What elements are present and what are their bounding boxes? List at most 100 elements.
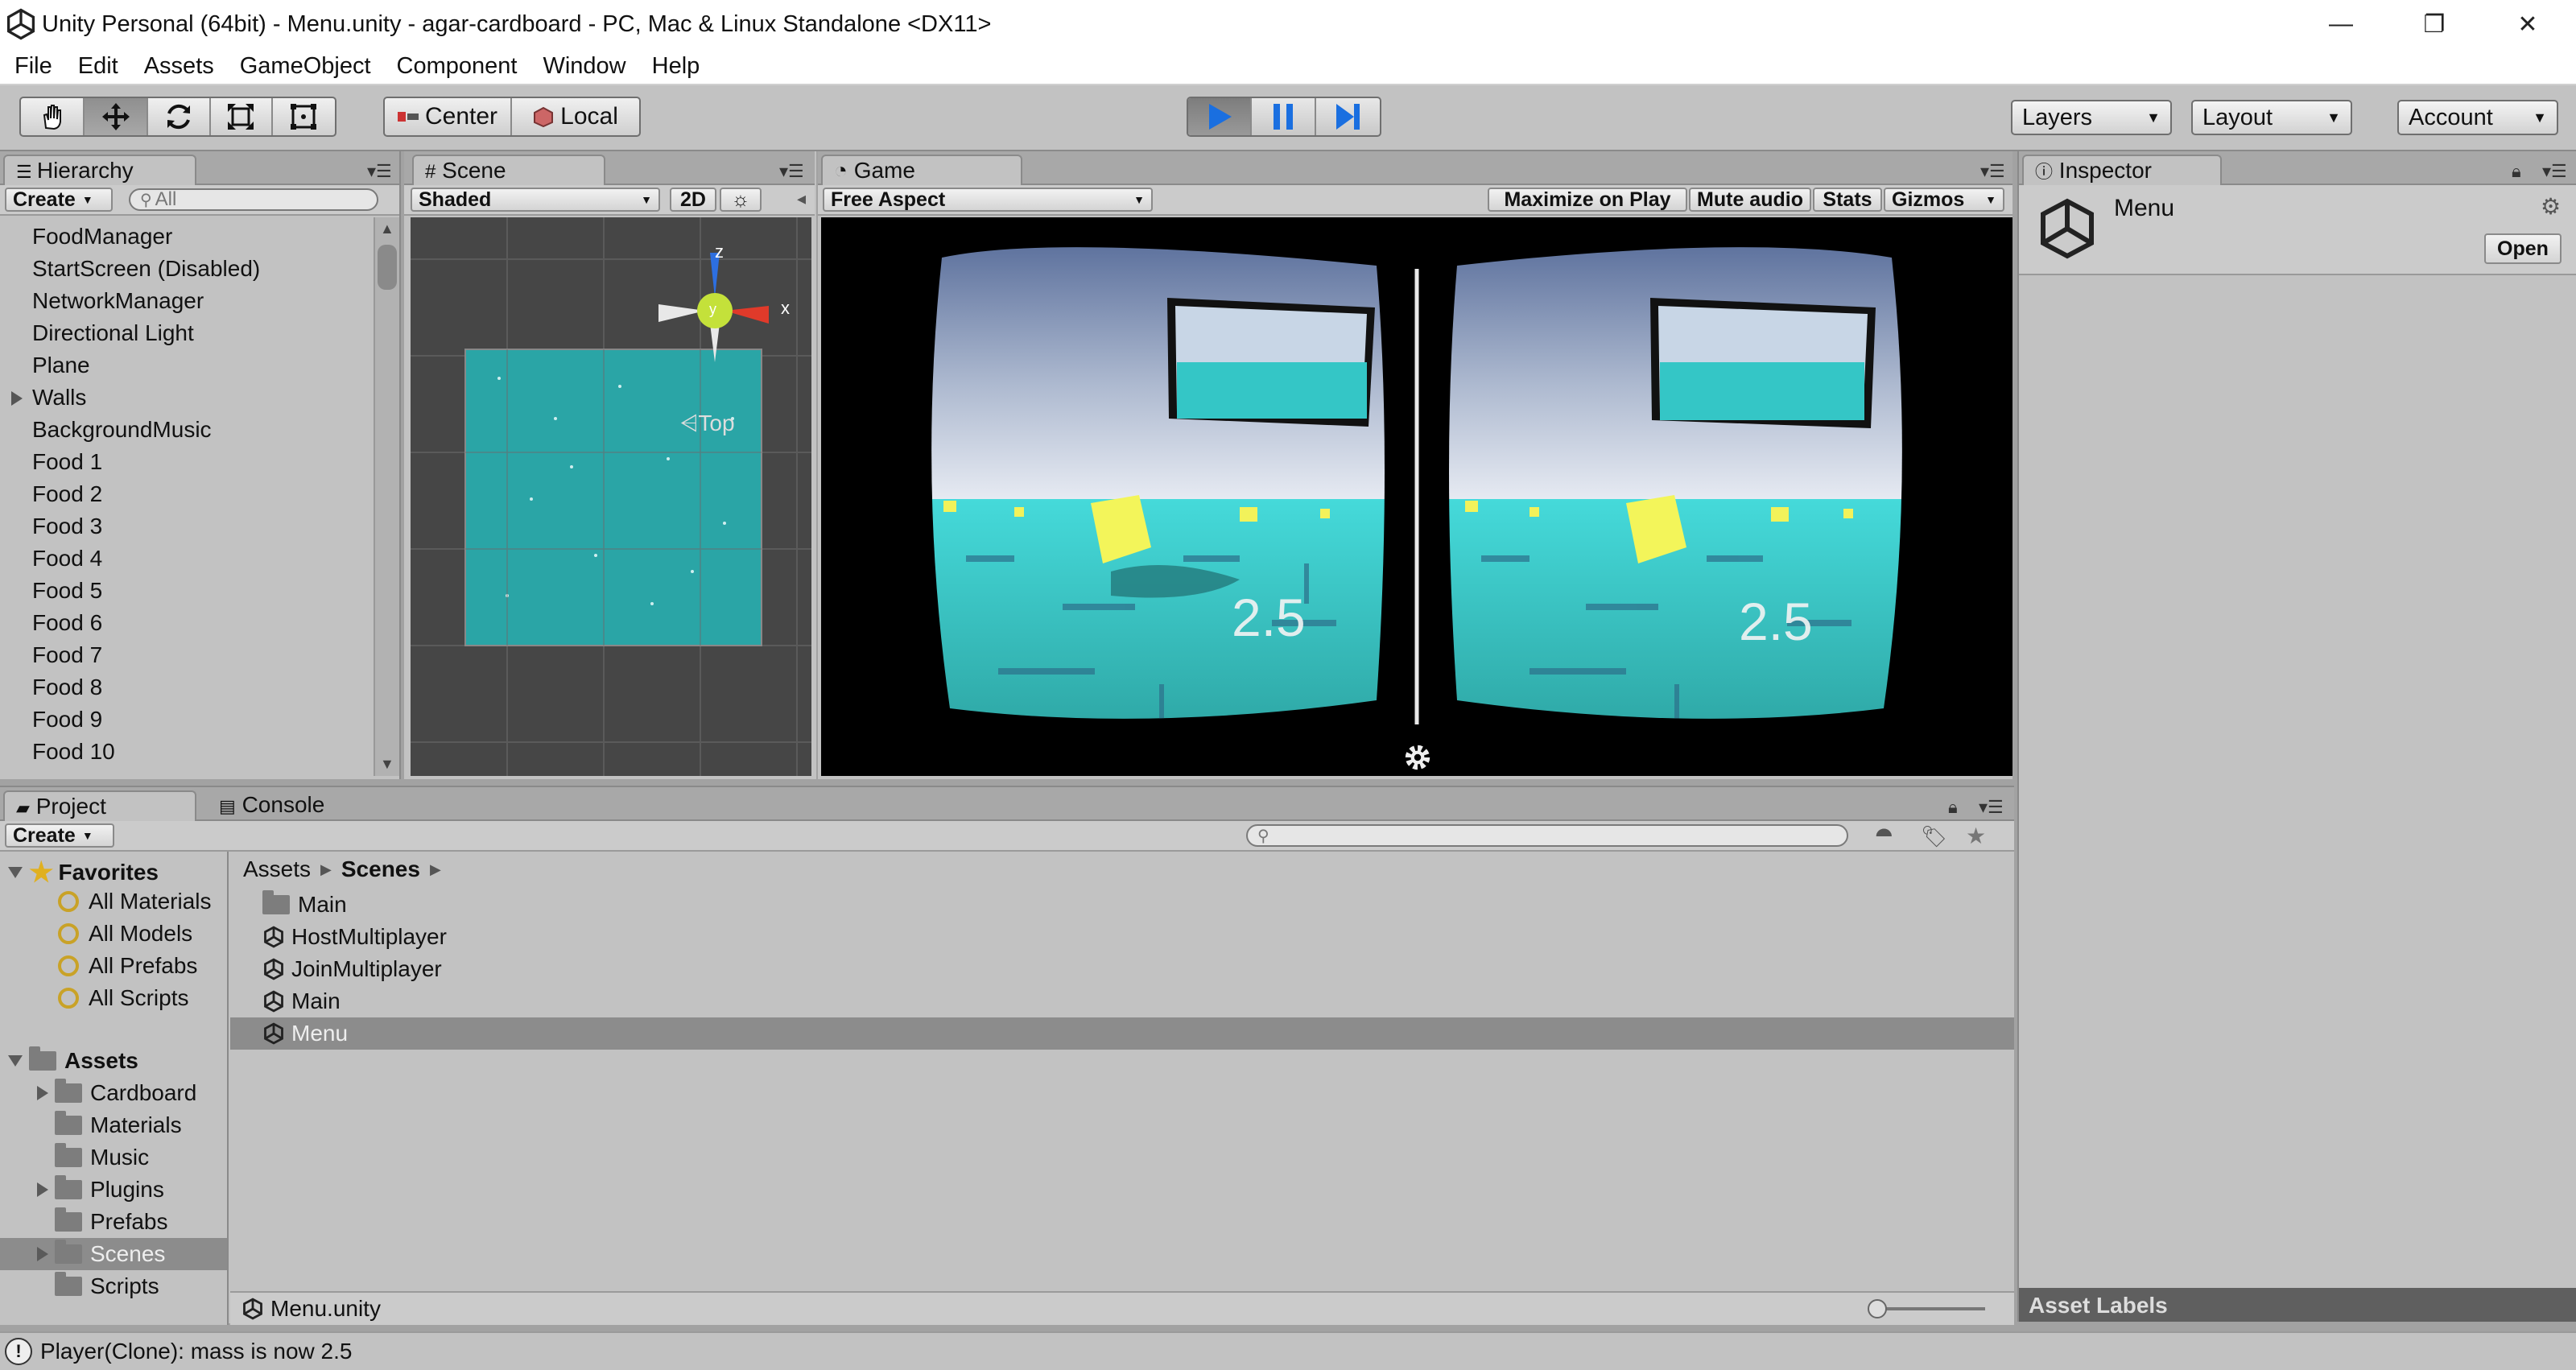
favorite-item[interactable]: All Models: [58, 921, 192, 947]
project-search-input[interactable]: ⚲: [1246, 824, 1848, 847]
panel-menu-icon[interactable]: ▾☰: [1980, 161, 2005, 182]
file-item[interactable]: Main: [262, 890, 347, 918]
favorite-item[interactable]: All Materials: [58, 889, 211, 914]
panel-menu-icon[interactable]: ▾☰: [1979, 797, 2004, 818]
project-create-button[interactable]: Create ▼: [5, 823, 114, 848]
filter-by-type-icon[interactable]: ⯊: [1876, 824, 1893, 850]
cardboard-settings-gear-icon[interactable]: [1401, 741, 1435, 774]
icon-size-slider-thumb[interactable]: [1868, 1299, 1887, 1318]
open-button[interactable]: Open: [2484, 233, 2562, 264]
expand-arrow-icon[interactable]: [11, 391, 23, 406]
pivot-local-button[interactable]: Local: [512, 98, 639, 135]
panel-menu-icon[interactable]: ▾☰: [367, 161, 392, 182]
hand-tool-button[interactable]: [21, 98, 85, 135]
hierarchy-item[interactable]: NetworkManager: [32, 288, 204, 314]
file-item[interactable]: HostMultiplayer: [262, 924, 447, 950]
favorite-item[interactable]: All Scripts: [58, 985, 188, 1011]
hierarchy-item[interactable]: Food 6: [32, 610, 102, 636]
shading-mode-dropdown[interactable]: Shaded ▼: [411, 188, 660, 212]
favorites-section[interactable]: ★ Favorites: [8, 856, 159, 889]
tab-scene[interactable]: # Scene: [412, 155, 605, 187]
assets-section[interactable]: Assets: [8, 1046, 138, 1074]
scrollbar-thumb[interactable]: [378, 245, 397, 290]
mute-audio-toggle[interactable]: Mute audio: [1689, 188, 1811, 212]
menu-window[interactable]: Window: [530, 53, 638, 80]
hierarchy-item[interactable]: Food 9: [32, 707, 102, 732]
favorites-star-icon[interactable]: ★: [1966, 823, 1986, 849]
expand-arrow-icon[interactable]: [37, 1182, 48, 1197]
hierarchy-item[interactable]: Food 5: [32, 578, 102, 604]
folder-item[interactable]: Music: [55, 1143, 149, 1170]
hierarchy-item[interactable]: Food 2: [32, 481, 102, 507]
folder-item[interactable]: Materials: [55, 1111, 182, 1138]
filter-by-label-icon[interactable]: 🏷︎: [1921, 824, 1947, 849]
collapse-arrow-icon[interactable]: [8, 867, 23, 878]
hierarchy-item[interactable]: FoodManager: [32, 224, 172, 250]
scene-viewport[interactable]: z x y ⩤Top: [411, 217, 811, 776]
tab-hierarchy[interactable]: ☰ Hierarchy: [3, 155, 196, 187]
close-button[interactable]: ✕: [2481, 0, 2574, 48]
menu-gameobject[interactable]: GameObject: [227, 53, 384, 80]
maximize-on-play-toggle[interactable]: Maximize on Play: [1488, 188, 1687, 212]
hierarchy-item[interactable]: Food 3: [32, 514, 102, 539]
tab-console[interactable]: ▤ Console: [208, 790, 369, 823]
asset-labels-bar[interactable]: Asset Labels: [2019, 1288, 2576, 1322]
more-arrow-icon[interactable]: ◂: [797, 188, 806, 209]
file-item-selected[interactable]: Menu: [262, 1021, 348, 1046]
hierarchy-item[interactable]: Plane: [32, 353, 90, 378]
gizmos-dropdown[interactable]: Gizmos ▼: [1884, 188, 2004, 212]
scroll-up-icon[interactable]: ▲: [380, 221, 394, 237]
folder-item[interactable]: Cardboard: [37, 1079, 196, 1106]
panel-menu-icon[interactable]: ▾☰: [779, 161, 804, 182]
hierarchy-item[interactable]: Food 1: [32, 449, 102, 475]
hierarchy-item[interactable]: Food 4: [32, 546, 102, 572]
move-tool-button[interactable]: [85, 98, 149, 135]
icon-size-slider[interactable]: [1872, 1307, 1985, 1310]
hierarchy-item[interactable]: StartScreen (Disabled): [32, 256, 260, 282]
rect-tool-button[interactable]: [273, 98, 335, 135]
minimize-button[interactable]: —: [2294, 0, 2388, 48]
tab-inspector[interactable]: ⓘ Inspector: [2022, 155, 2222, 187]
lock-icon[interactable]: 🔒︎: [2512, 161, 2521, 182]
hierarchy-item[interactable]: Food 8: [32, 675, 102, 700]
play-button[interactable]: [1188, 98, 1253, 135]
pivot-center-button[interactable]: Center: [385, 98, 513, 135]
menu-assets[interactable]: Assets: [131, 53, 227, 80]
favorite-item[interactable]: All Prefabs: [58, 953, 197, 979]
status-bar[interactable]: ! Player(Clone): mass is now 2.5: [0, 1331, 2576, 1370]
rotate-tool-button[interactable]: [148, 98, 211, 135]
restore-button[interactable]: ❐: [2388, 0, 2481, 48]
pause-button[interactable]: [1252, 98, 1316, 135]
scene-lighting-toggle[interactable]: ☼: [720, 188, 762, 212]
hierarchy-item[interactable]: Walls: [32, 385, 86, 411]
layout-dropdown[interactable]: Layout ▼: [2191, 100, 2352, 135]
hierarchy-item[interactable]: Food 7: [32, 642, 102, 668]
breadcrumb-assets[interactable]: Assets: [243, 856, 311, 882]
scroll-down-icon[interactable]: ▼: [380, 756, 394, 773]
expand-arrow-icon[interactable]: [37, 1247, 48, 1261]
folder-item[interactable]: Plugins: [37, 1175, 164, 1203]
menu-component[interactable]: Component: [384, 53, 530, 80]
hierarchy-scrollbar[interactable]: ▲ ▼: [374, 217, 399, 776]
tab-game[interactable]: ◔ Game: [821, 155, 1022, 187]
stats-toggle[interactable]: Stats: [1813, 188, 1882, 212]
menu-help[interactable]: Help: [639, 53, 713, 80]
breadcrumb-scenes[interactable]: Scenes: [341, 856, 420, 882]
aspect-dropdown[interactable]: Free Aspect ▼: [823, 188, 1153, 212]
game-viewport[interactable]: 2.5 2.5: [821, 217, 2013, 776]
scale-tool-button[interactable]: [211, 98, 273, 135]
settings-gear-icon[interactable]: ⚙: [2541, 193, 2561, 220]
folder-item[interactable]: Prefabs: [55, 1207, 168, 1235]
menu-edit[interactable]: Edit: [65, 53, 131, 80]
panel-menu-icon[interactable]: ▾☰: [2542, 161, 2567, 182]
collapse-arrow-icon[interactable]: [8, 1055, 23, 1067]
file-item[interactable]: Main: [262, 988, 341, 1014]
expand-arrow-icon[interactable]: [37, 1086, 48, 1100]
hierarchy-item[interactable]: Food 10: [32, 739, 115, 765]
lock-icon[interactable]: 🔒︎: [1948, 797, 1958, 818]
hierarchy-item[interactable]: Directional Light: [32, 320, 194, 346]
tab-project[interactable]: ▰ Project: [3, 790, 196, 823]
folder-item[interactable]: Scripts: [55, 1272, 159, 1299]
layers-dropdown[interactable]: Layers ▼: [2011, 100, 2172, 135]
mode-2d-toggle[interactable]: 2D: [670, 188, 716, 212]
